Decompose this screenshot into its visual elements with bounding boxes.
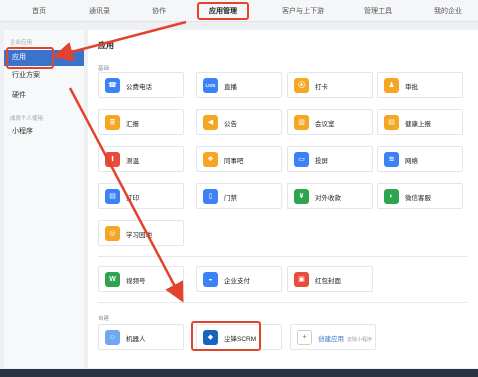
sidebar-group-personal: 成员个人使用 xyxy=(10,116,44,122)
app-label: 对外收款 xyxy=(315,195,341,202)
app-label: 公费电话 xyxy=(126,84,152,91)
app-label: 审批 xyxy=(405,84,418,91)
app-card[interactable]: ◎ 学习园地 xyxy=(98,220,184,246)
bottom-bar xyxy=(0,369,478,377)
app-label: 测温 xyxy=(126,158,139,165)
app-card[interactable]: Ⅰ 测温 xyxy=(98,146,184,172)
app-icon: ▥ xyxy=(294,115,309,130)
app-card[interactable]: ▥ 会议室 xyxy=(287,109,373,135)
create-app-sub: 去除小程序 xyxy=(347,337,373,343)
app-icon: ⦿ xyxy=(294,78,309,93)
tab-my-enterprise[interactable]: 我的企业 xyxy=(434,6,462,16)
tab-collaboration[interactable]: 协作 xyxy=(152,6,166,16)
divider xyxy=(98,256,468,257)
app-card[interactable]: ☎ 公费电话 xyxy=(98,72,184,98)
app-icon: ▤ xyxy=(105,189,120,204)
app-icon: ☺ xyxy=(105,330,120,345)
app-card[interactable]: ▣ 红包封面 xyxy=(287,266,373,292)
app-card[interactable]: ❖ 同事吧 xyxy=(196,146,282,172)
app-card[interactable]: ≣ 汇报 xyxy=(98,109,184,135)
app-icon: W xyxy=(105,272,120,287)
app-label: 投屏 xyxy=(315,158,328,165)
app-icon: ¥ xyxy=(294,189,309,204)
main-panel: 应用 基础 ☎ 公费电话 LIVE 直播 ⦿ 打卡 ♟ 审批 ≣ 汇报 ◀ 公告 ▥ 会议室 ▤ 健康上报 Ⅰ 测… xyxy=(88,30,478,368)
app-icon: Ⅰ xyxy=(105,152,120,167)
app-card[interactable]: ◐ 微信客服 xyxy=(377,183,463,209)
section-create-label: 自建 xyxy=(98,316,110,322)
app-card[interactable]: ♟ 审批 xyxy=(377,72,463,98)
app-label: 学习园地 xyxy=(126,232,152,239)
app-label: 公告 xyxy=(224,121,237,128)
app-label: 视频号 xyxy=(126,278,146,285)
app-label: 汇报 xyxy=(126,121,139,128)
app-icon: ◒ xyxy=(203,272,218,287)
app-label: 健康上报 xyxy=(405,121,431,128)
app-label: 同事吧 xyxy=(224,158,244,165)
app-label: 红包封面 xyxy=(315,278,341,285)
app-label: 打卡 xyxy=(315,84,328,91)
app-icon: ☎ xyxy=(105,78,120,93)
highlight-app-management xyxy=(197,2,249,20)
app-card[interactable]: ☺ 机器人 xyxy=(98,324,184,350)
highlight-scrm xyxy=(191,321,261,351)
app-label: 机器人 xyxy=(126,336,146,343)
sidebar-item-hardware[interactable]: 硬件 xyxy=(4,88,84,104)
sidebar: 企业应用 应用 行业方案 硬件 成员个人使用 小程序 xyxy=(4,30,84,368)
app-card[interactable]: ≋ 网络 xyxy=(377,146,463,172)
app-label: 企业支付 xyxy=(224,278,250,285)
section-basic-label: 基础 xyxy=(98,66,110,72)
app-label: 会议室 xyxy=(315,121,335,128)
app-card[interactable]: ◀ 公告 xyxy=(196,109,282,135)
app-icon: ▤ xyxy=(384,115,399,130)
app-icon: ≣ xyxy=(105,115,120,130)
app-label: 打印 xyxy=(126,195,139,202)
app-label: 微信客服 xyxy=(405,195,431,202)
app-icon: ◐ xyxy=(384,189,399,204)
app-card[interactable]: ▭ 投屏 xyxy=(287,146,373,172)
divider xyxy=(98,302,468,303)
sidebar-item-industry[interactable]: 行业方案 xyxy=(4,68,84,84)
tab-home[interactable]: 首页 xyxy=(32,6,46,16)
app-card[interactable]: ¥ 对外收款 xyxy=(287,183,373,209)
app-icon: ▭ xyxy=(294,152,309,167)
app-card[interactable]: ▯ 门禁 xyxy=(196,183,282,209)
tab-management-tools[interactable]: 管理工具 xyxy=(364,6,392,16)
app-icon: ♟ xyxy=(384,78,399,93)
create-app-button[interactable]: + 创建应用 去除小程序 xyxy=(290,324,376,350)
sidebar-group-enterprise: 企业应用 xyxy=(10,40,33,46)
tab-contacts[interactable]: 通讯录 xyxy=(89,6,110,16)
highlight-apps xyxy=(6,47,54,69)
app-card[interactable]: ◒ 企业支付 xyxy=(196,266,282,292)
app-icon: ◎ xyxy=(105,226,120,241)
app-card[interactable]: ⦿ 打卡 xyxy=(287,72,373,98)
app-label: 门禁 xyxy=(224,195,237,202)
sidebar-item-miniprogram[interactable]: 小程序 xyxy=(4,124,84,140)
tab-customers[interactable]: 客户与上下游 xyxy=(282,6,324,16)
app-icon: ❖ xyxy=(203,152,218,167)
app-icon: ◀ xyxy=(203,115,218,130)
app-card[interactable]: W 视频号 xyxy=(98,266,184,292)
app-card[interactable]: ▤ 打印 xyxy=(98,183,184,209)
app-card[interactable]: LIVE 直播 xyxy=(196,72,282,98)
create-app-label: 创建应用 xyxy=(318,336,344,343)
app-card[interactable]: ▤ 健康上报 xyxy=(377,109,463,135)
app-icon: ▣ xyxy=(294,272,309,287)
app-icon: LIVE xyxy=(203,78,218,93)
page-title: 应用 xyxy=(98,41,114,50)
app-label: 直播 xyxy=(224,84,237,91)
plus-icon: + xyxy=(297,330,312,345)
app-label: 网络 xyxy=(405,158,418,165)
app-icon: ▯ xyxy=(203,189,218,204)
app-icon: ≋ xyxy=(384,152,399,167)
